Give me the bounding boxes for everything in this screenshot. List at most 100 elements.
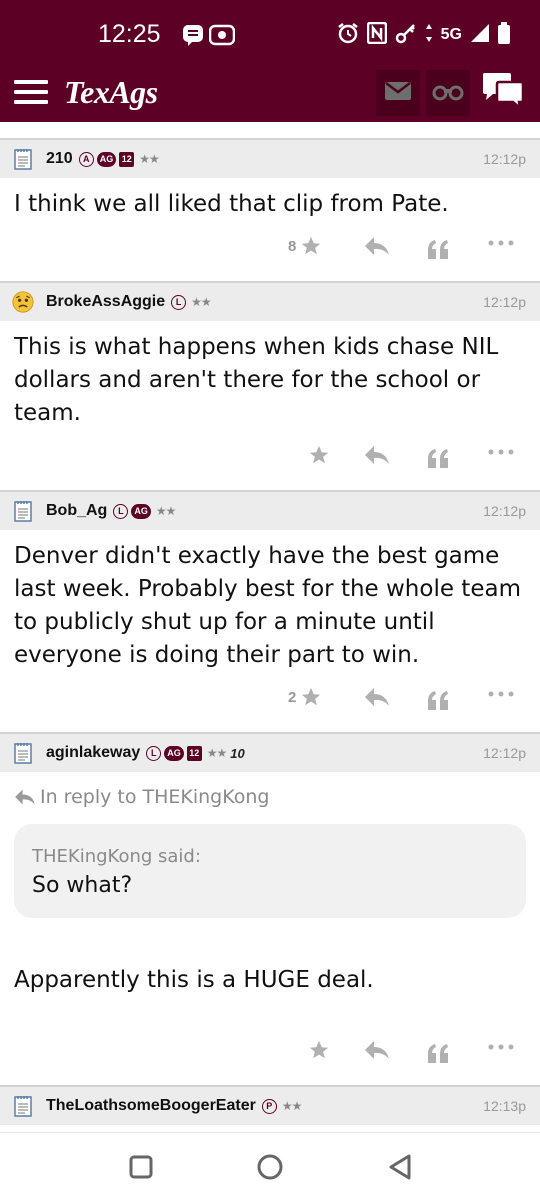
post-body: Denver didn't exactly have the best game… <box>14 543 521 668</box>
notepad-icon[interactable] <box>12 1094 34 1118</box>
post-body: Apparently this is a HUGE deal. <box>14 967 374 993</box>
nfc-icon <box>366 21 387 48</box>
stars-badge: ★★ <box>155 504 176 518</box>
status-time: 12:25 <box>98 20 161 48</box>
reply-icon <box>15 789 35 805</box>
10-badge: 10 <box>230 745 245 761</box>
star-count: 2 <box>288 688 297 706</box>
star-count: 8 <box>288 237 297 255</box>
sad-face-icon[interactable] <box>12 290 34 314</box>
username[interactable]: 210 <box>46 150 73 168</box>
star-button[interactable]: 2 <box>288 686 322 708</box>
more-button[interactable] <box>488 448 514 456</box>
post-timestamp: 12:12p <box>483 503 526 519</box>
more-icon <box>488 691 514 697</box>
post-actions: 8 <box>0 221 540 281</box>
star-button[interactable]: 8 <box>288 235 322 257</box>
mail-button[interactable] <box>376 70 420 116</box>
12-badge: 12 <box>186 745 202 761</box>
chat-button[interactable] <box>480 72 526 114</box>
network-type: 5G <box>440 26 462 43</box>
star-icon <box>309 1040 329 1059</box>
more-button[interactable] <box>488 239 514 247</box>
recents-icon[interactable] <box>125 1151 157 1183</box>
stars-badge: ★★ <box>206 746 227 760</box>
post-body: I think we all liked that clip from Pate… <box>14 191 449 217</box>
ag-badge: AG <box>96 151 117 167</box>
star-button[interactable] <box>304 444 330 466</box>
quote-icon <box>428 691 448 710</box>
star-icon <box>302 687 321 706</box>
notepad-icon[interactable] <box>12 741 34 765</box>
post: 210 A AG 12 ★★ 12:12p I think we all lik… <box>0 140 540 283</box>
quote-icon <box>428 449 448 468</box>
signal-icon <box>470 23 490 47</box>
stars-badge: ★★ <box>281 1099 302 1113</box>
quote-button[interactable] <box>426 1043 450 1063</box>
notepad-icon[interactable] <box>12 147 34 171</box>
back-icon[interactable] <box>384 1151 416 1183</box>
reply-to-text: In reply to THEKingKong <box>40 786 270 808</box>
stars-badge: ★★ <box>191 295 211 309</box>
quote-block: THEKingKong said: So what? <box>14 824 526 918</box>
reply-icon <box>365 237 389 255</box>
star-button[interactable] <box>304 1039 330 1061</box>
mail-icon <box>384 81 412 105</box>
username[interactable]: TheLoathsomeBoogerEater <box>46 1097 256 1115</box>
username[interactable]: Bob_Ag <box>46 502 107 520</box>
post-header: aginlakeway L AG 12 ★★ 10 12:12p <box>0 734 540 772</box>
reply-button[interactable] <box>364 444 390 466</box>
quote-author: THEKingKong said: <box>32 846 201 867</box>
home-icon[interactable] <box>254 1151 286 1183</box>
post-header: Bob_Ag L AG ★★ 12:12p <box>0 492 540 530</box>
post: Bob_Ag L AG ★★ 12:12p Denver didn't exac… <box>0 492 540 734</box>
quote-button[interactable] <box>426 448 450 468</box>
user-badge: A <box>78 151 94 167</box>
12-badge: 12 <box>119 151 135 167</box>
quote-button[interactable] <box>426 239 450 259</box>
logo[interactable]: TexAgs <box>64 74 158 111</box>
divider <box>0 122 540 140</box>
binoculars-button[interactable] <box>426 70 470 116</box>
alarm-icon <box>337 22 359 48</box>
user-badge: L <box>113 503 129 519</box>
star-icon <box>309 445 329 464</box>
quote-text: So what? <box>32 873 133 898</box>
reply-icon <box>365 446 389 464</box>
user-badge: L <box>171 294 187 310</box>
post-feed: 210 A AG 12 ★★ 12:12p I think we all lik… <box>0 122 540 1125</box>
more-icon <box>488 1044 514 1050</box>
reply-button[interactable] <box>364 686 390 708</box>
system-nav-bar <box>0 1132 540 1200</box>
post-actions: 2 <box>0 672 540 732</box>
post: BrokeAssAggie L ★★ 12:12p This is what h… <box>0 283 540 492</box>
post-header: 210 A AG 12 ★★ 12:12p <box>0 140 540 178</box>
post-timestamp: 12:12p <box>483 151 526 167</box>
post-header: TheLoathsomeBoogerEater P ★★ 12:13p <box>0 1087 540 1125</box>
quote-button[interactable] <box>426 690 450 710</box>
username[interactable]: aginlakeway <box>46 744 140 762</box>
post: TheLoathsomeBoogerEater P ★★ 12:13p <box>0 1087 540 1125</box>
app-header: TexAgs <box>0 66 540 122</box>
ag-badge: AG <box>164 745 184 761</box>
username[interactable]: BrokeAssAggie <box>46 293 165 311</box>
more-button[interactable] <box>488 1043 514 1051</box>
menu-icon[interactable] <box>14 80 48 108</box>
notepad-icon[interactable] <box>12 499 34 523</box>
quote-icon <box>428 240 448 259</box>
battery-icon <box>498 22 510 48</box>
more-icon <box>488 240 514 246</box>
ag-badge: AG <box>131 503 151 519</box>
reply-reference[interactable]: In reply to THEKingKong <box>0 772 540 816</box>
reply-button[interactable] <box>364 1039 390 1061</box>
status-bar: 12:25 5G <box>0 0 540 66</box>
post-body: This is what happens when kids chase NIL… <box>14 334 499 426</box>
post-timestamp: 12:12p <box>483 294 526 310</box>
user-badge: L <box>146 745 162 761</box>
post-actions <box>0 1025 540 1085</box>
reply-button[interactable] <box>364 235 390 257</box>
stars-badge: ★★ <box>139 152 159 166</box>
post-timestamp: 12:13p <box>483 1098 526 1114</box>
more-button[interactable] <box>488 690 514 698</box>
quote-icon <box>428 1044 448 1063</box>
